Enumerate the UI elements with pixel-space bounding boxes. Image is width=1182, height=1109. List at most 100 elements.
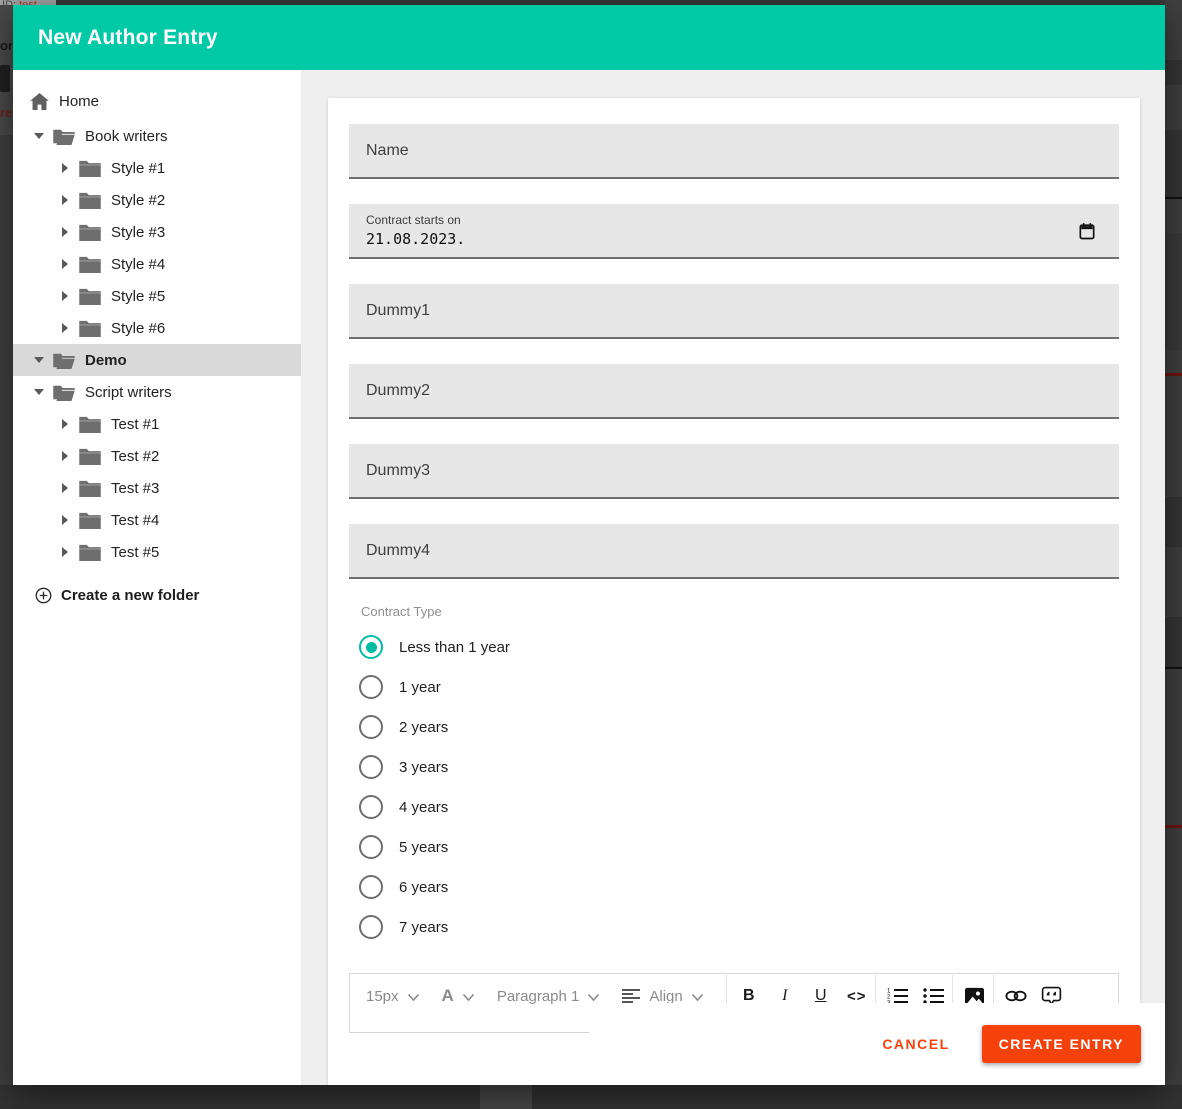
- folder-tree-sidebar: Home Book writers Style #1 Style #2 Style #…: [13, 70, 301, 1085]
- caret-right-icon[interactable]: [59, 291, 71, 301]
- tree-item-label: Demo: [85, 352, 127, 369]
- tree-item-test-5[interactable]: Test #5: [13, 536, 301, 568]
- folder-icon: [79, 416, 101, 433]
- tree-item-label: Style #4: [111, 256, 165, 273]
- caret-right-icon[interactable]: [59, 259, 71, 269]
- tree-item-style-3[interactable]: Style #3: [13, 216, 301, 248]
- radio-option-2-years[interactable]: 2 years: [349, 707, 1119, 747]
- tree-item-label: Book writers: [85, 128, 168, 145]
- caret-down-icon[interactable]: [33, 389, 45, 395]
- date-field-label: Contract starts on: [366, 213, 1102, 227]
- field-placeholder: Dummy3: [366, 462, 430, 480]
- radio-option-less-than-1-year[interactable]: Less than 1 year: [349, 627, 1119, 667]
- font-family-dropdown[interactable]: A: [442, 986, 475, 1006]
- caret-down-icon[interactable]: [33, 133, 45, 139]
- caret-right-icon[interactable]: [59, 163, 71, 173]
- radio-option-5-years[interactable]: 5 years: [349, 827, 1119, 867]
- radio-option-3-years[interactable]: 3 years: [349, 747, 1119, 787]
- new-author-entry-dialog: New Author Entry Home Book writers Style …: [13, 5, 1165, 1085]
- folder-icon: [79, 512, 101, 529]
- radio-circle-icon[interactable]: [359, 835, 383, 859]
- caret-right-icon[interactable]: [59, 419, 71, 429]
- align-dropdown[interactable]: Align: [622, 988, 703, 1005]
- radio-option-1-year[interactable]: 1 year: [349, 667, 1119, 707]
- tree-item-test-3[interactable]: Test #3: [13, 472, 301, 504]
- radio-circle-icon[interactable]: [359, 875, 383, 899]
- contract-type-label: Contract Type: [361, 604, 1119, 619]
- radio-option-label: Less than 1 year: [399, 639, 510, 656]
- caret-right-icon[interactable]: [59, 227, 71, 237]
- caret-right-icon[interactable]: [59, 515, 71, 525]
- radio-option-4-years[interactable]: 4 years: [349, 787, 1119, 827]
- radio-circle-icon[interactable]: [359, 675, 383, 699]
- tree-item-label: Style #6: [111, 320, 165, 337]
- folder-icon: [79, 256, 101, 273]
- calendar-icon[interactable]: [1077, 221, 1097, 246]
- dummy-field-4[interactable]: Dummy4: [349, 524, 1119, 579]
- dummy-field-2[interactable]: Dummy2: [349, 364, 1119, 419]
- tree-item-book-writers[interactable]: Book writers: [13, 120, 301, 152]
- background-square-fragment: [0, 65, 10, 92]
- tree-item-style-6[interactable]: Style #6: [13, 312, 301, 344]
- tree-item-label: Script writers: [85, 384, 172, 401]
- caret-right-icon[interactable]: [59, 483, 71, 493]
- name-field[interactable]: Name: [349, 124, 1119, 179]
- contract-start-date-field[interactable]: Contract starts on 21.08.2023.: [349, 204, 1119, 259]
- font-size-dropdown[interactable]: 15px: [366, 988, 420, 1005]
- dummy-field-3[interactable]: Dummy3: [349, 444, 1119, 499]
- radio-circle-icon[interactable]: [359, 755, 383, 779]
- caret-right-icon[interactable]: [59, 547, 71, 557]
- tree-item-label: Style #5: [111, 288, 165, 305]
- tree-item-style-4[interactable]: Style #4: [13, 248, 301, 280]
- chevron-down-icon: [462, 993, 475, 1002]
- sidebar-item-label: Home: [59, 93, 99, 110]
- folder-tree: Book writers Style #1 Style #2 Style #3 Styl…: [13, 120, 301, 568]
- create-folder-label: Create a new folder: [61, 587, 199, 604]
- tree-item-script-writers[interactable]: Script writers: [13, 376, 301, 408]
- date-field-value: 21.08.2023.: [366, 230, 1102, 248]
- tree-item-label: Test #3: [111, 480, 159, 497]
- radio-option-7-years[interactable]: 7 years: [349, 907, 1119, 947]
- radio-option-label: 6 years: [399, 879, 448, 896]
- align-left-icon: [622, 988, 641, 1004]
- folder-icon: [79, 480, 101, 497]
- caret-down-icon[interactable]: [33, 357, 45, 363]
- tree-item-test-4[interactable]: Test #4: [13, 504, 301, 536]
- field-placeholder: Dummy4: [366, 542, 430, 560]
- paragraph-style-value: Paragraph 1: [497, 988, 580, 1005]
- background-text-fragment: re: [0, 105, 13, 120]
- radio-circle-icon[interactable]: [359, 915, 383, 939]
- radio-circle-icon[interactable]: [359, 795, 383, 819]
- create-entry-button[interactable]: CREATE ENTRY: [982, 1025, 1141, 1063]
- chevron-down-icon: [587, 993, 600, 1002]
- caret-right-icon[interactable]: [59, 323, 71, 333]
- tree-item-demo[interactable]: Demo: [13, 344, 301, 376]
- caret-right-icon[interactable]: [59, 195, 71, 205]
- font-button-label: A: [442, 986, 454, 1006]
- radio-option-label: 3 years: [399, 759, 448, 776]
- field-placeholder: Dummy1: [366, 302, 430, 320]
- radio-circle-icon[interactable]: [359, 635, 383, 659]
- caret-right-icon[interactable]: [59, 451, 71, 461]
- tree-item-label: Style #2: [111, 192, 165, 209]
- radio-option-label: 2 years: [399, 719, 448, 736]
- dummy-field-1[interactable]: Dummy1: [349, 284, 1119, 339]
- entry-form-card: Name Contract starts on 21.08.2023. Dumm…: [328, 98, 1140, 1085]
- chevron-down-icon: [407, 993, 420, 1002]
- radio-option-6-years[interactable]: 6 years: [349, 867, 1119, 907]
- tree-item-style-2[interactable]: Style #2: [13, 184, 301, 216]
- radio-circle-icon[interactable]: [359, 715, 383, 739]
- create-folder-button[interactable]: Create a new folder: [13, 580, 301, 610]
- dialog-header: New Author Entry: [13, 5, 1165, 70]
- folder-icon: [79, 192, 101, 209]
- background-block: [1165, 233, 1182, 350]
- tree-item-test-1[interactable]: Test #1: [13, 408, 301, 440]
- tree-item-style-1[interactable]: Style #1: [13, 152, 301, 184]
- sidebar-item-home[interactable]: Home: [13, 86, 301, 116]
- tree-item-test-2[interactable]: Test #2: [13, 440, 301, 472]
- cancel-button[interactable]: CANCEL: [876, 1035, 955, 1053]
- paragraph-style-dropdown[interactable]: Paragraph 1: [497, 988, 601, 1005]
- tree-item-label: Test #1: [111, 416, 159, 433]
- tree-item-style-5[interactable]: Style #5: [13, 280, 301, 312]
- background-red-line: [1165, 825, 1182, 828]
